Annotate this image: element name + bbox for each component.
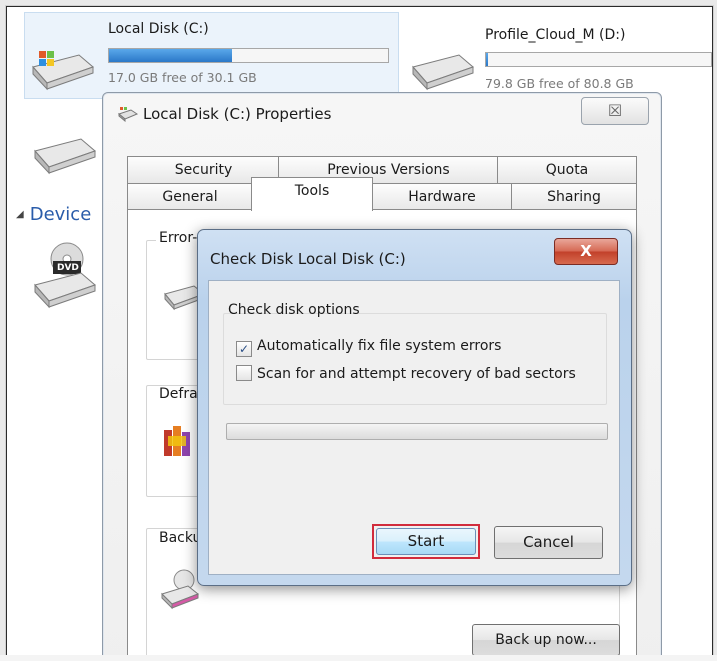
scan-recover-label: Scan for and attempt recovery of bad sec… bbox=[257, 366, 576, 382]
start-button[interactable]: Start bbox=[376, 528, 476, 555]
check-disk-title: Check Disk Local Disk (C:) bbox=[210, 250, 406, 268]
drive-free-text-c: 17.0 GB free of 30.1 GB bbox=[108, 70, 257, 85]
scan-recover-checkbox[interactable] bbox=[236, 365, 252, 381]
auto-fix-checkbox[interactable]: ✓ bbox=[236, 341, 252, 357]
auto-fix-label: Automatically fix file system errors bbox=[257, 338, 502, 354]
drive-usage-fill-c bbox=[109, 49, 232, 62]
drive-usage-bar-d bbox=[485, 52, 712, 67]
hard-drive-windows-icon bbox=[27, 47, 97, 95]
drive-usage-fill-d bbox=[486, 53, 489, 66]
hard-drive-icon bbox=[407, 51, 477, 95]
scan-edge bbox=[0, 655, 717, 661]
check-disk-options-label: Check disk options bbox=[228, 302, 360, 318]
drive-usage-bar-c bbox=[108, 48, 389, 63]
dvd-label: DVD bbox=[57, 263, 79, 273]
check-disk-dialog: Check Disk Local Disk (C:) X Check disk … bbox=[197, 229, 632, 586]
drive-name-c: Local Disk (C:) bbox=[108, 21, 209, 37]
collapse-triangle-icon[interactable]: ◢ bbox=[16, 209, 24, 220]
option-scan-recover[interactable]: Scan for and attempt recovery of bad sec… bbox=[236, 365, 576, 385]
option-auto-fix[interactable]: ✓ Automatically fix file system errors bbox=[236, 338, 501, 358]
tab-quota[interactable]: Quota bbox=[497, 156, 637, 184]
drive-properties-icon bbox=[117, 106, 139, 126]
tab-general[interactable]: General bbox=[127, 183, 253, 211]
defragment-icon bbox=[162, 424, 198, 464]
properties-dialog-title: Local Disk (C:) Properties bbox=[143, 105, 332, 123]
devices-section-header[interactable]: ◢ Device bbox=[16, 204, 91, 225]
hard-drive-icon bbox=[29, 135, 99, 179]
check-disk-close-button[interactable]: X bbox=[554, 238, 618, 265]
cancel-button[interactable]: Cancel bbox=[494, 526, 603, 559]
check-disk-progress-bar bbox=[226, 423, 608, 440]
drive-free-text-d: 79.8 GB free of 80.8 GB bbox=[485, 76, 634, 91]
tab-tools[interactable]: Tools bbox=[251, 177, 373, 211]
drive-name-d: Profile_Cloud_M (D:) bbox=[485, 27, 626, 43]
check-disk-options-group bbox=[223, 313, 607, 405]
properties-close-button[interactable]: ☒ bbox=[581, 97, 649, 125]
back-up-now-button[interactable]: Back up now... bbox=[472, 624, 620, 655]
tab-hardware[interactable]: Hardware bbox=[371, 183, 513, 211]
tab-sharing[interactable]: Sharing bbox=[511, 183, 637, 211]
backup-icon bbox=[158, 566, 202, 614]
dvd-drive-icon bbox=[29, 239, 99, 313]
devices-label-text: Device bbox=[29, 204, 92, 225]
screenshot-frame: Local Disk (C:) 17.0 GB free of 30.1 GB … bbox=[6, 6, 713, 656]
start-button-highlight[interactable]: Start bbox=[372, 524, 480, 559]
